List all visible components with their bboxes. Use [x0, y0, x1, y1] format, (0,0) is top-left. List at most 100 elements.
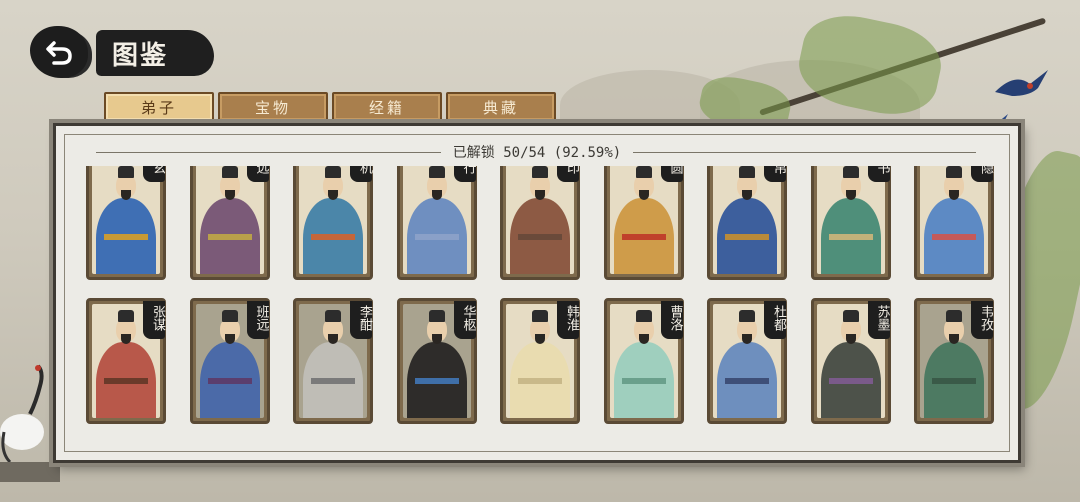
- hat: [946, 310, 962, 322]
- hat: [325, 166, 341, 178]
- category-tabs: 弟子 宝物 经籍 典藏: [104, 92, 556, 122]
- disciple-portrait: [299, 166, 367, 274]
- tab-scriptures[interactable]: 经籍: [332, 92, 442, 122]
- tab-treasures[interactable]: 宝物: [218, 92, 328, 122]
- disciple-portrait: [816, 166, 885, 274]
- disciple-name: 曹洛: [660, 301, 683, 339]
- disciple-portrait: [609, 166, 678, 274]
- disciple-name: 书: [867, 166, 890, 182]
- sash: [104, 378, 148, 384]
- disciple-card[interactable]: 杜都: [707, 298, 787, 424]
- beard: [638, 190, 649, 200]
- beard: [535, 190, 545, 200]
- page-title-banner: 图鉴: [96, 30, 214, 76]
- disciple-name: 韦孜: [971, 301, 993, 339]
- hat: [221, 166, 238, 178]
- hat: [842, 166, 859, 178]
- unlock-progress-text: 已解锁 50/54 (92.59%): [440, 145, 634, 161]
- beard: [949, 190, 959, 200]
- sash: [932, 234, 976, 240]
- sash: [621, 234, 666, 240]
- disciple-name: 韩淮: [557, 301, 579, 339]
- card-grid-viewport[interactable]: 玄 远 机 行 印 圆 帛 书 隐张谋 班远 李酣 华柩 韩淮 曹洛 杜都 苏墨 韦孜: [86, 166, 996, 448]
- disciple-card[interactable]: 苏墨: [810, 298, 891, 424]
- disciple-card[interactable]: 圆: [603, 166, 684, 280]
- beard: [224, 334, 235, 344]
- sash: [311, 378, 355, 384]
- disciple-card[interactable]: 韦孜: [914, 298, 994, 424]
- disciple-portrait: [195, 166, 264, 274]
- disciple-name: 苏墨: [867, 301, 890, 339]
- disciple-card[interactable]: 书: [810, 166, 891, 280]
- hat: [428, 166, 445, 178]
- collection-panel: 已解锁 50/54 (92.59%) 玄 远 机 行 印 圆 帛 书 隐张谋 班远 李酣 华柩 韩淮 曹洛…: [53, 123, 1021, 463]
- disciple-name: 隐: [971, 166, 993, 182]
- tab-disciples[interactable]: 弟子: [104, 92, 214, 122]
- disciple-card[interactable]: 华柩: [396, 298, 477, 424]
- sash: [207, 234, 252, 240]
- hat: [946, 166, 962, 178]
- tab-collections[interactable]: 典藏: [446, 92, 556, 122]
- sash: [414, 234, 459, 240]
- sash: [518, 378, 562, 384]
- hat: [635, 166, 652, 178]
- hat: [118, 310, 134, 322]
- beard: [431, 190, 442, 200]
- beard: [638, 334, 649, 344]
- disciple-portrait: [402, 166, 471, 274]
- beard: [328, 190, 338, 200]
- swallow-icon: [995, 70, 1048, 96]
- disciple-name: 张谋: [143, 301, 165, 339]
- disciple-card[interactable]: 李酣: [293, 298, 373, 424]
- sash: [725, 378, 769, 384]
- beard: [845, 334, 856, 344]
- disciple-card[interactable]: 班远: [189, 298, 270, 424]
- disciple-card[interactable]: 玄: [86, 166, 166, 280]
- disciple-name: 班远: [246, 301, 269, 339]
- disciple-card[interactable]: 曹洛: [603, 298, 684, 424]
- beard: [949, 334, 959, 344]
- disciple-name: 印: [557, 166, 579, 182]
- disciple-card[interactable]: 机: [293, 166, 373, 280]
- disciple-portrait: [920, 166, 988, 274]
- sash: [414, 378, 459, 384]
- hat: [842, 310, 859, 322]
- sash: [518, 234, 562, 240]
- sash: [932, 378, 976, 384]
- disciple-name: 远: [246, 166, 269, 182]
- page-title: 图鉴: [112, 40, 169, 71]
- beard: [845, 190, 856, 200]
- disciple-card[interactable]: 印: [500, 166, 580, 280]
- sash: [621, 378, 666, 384]
- hat: [635, 310, 652, 322]
- disciple-name: 圆: [660, 166, 683, 182]
- disciple-card[interactable]: 帛: [707, 166, 787, 280]
- hat: [118, 166, 134, 178]
- crane-icon: [0, 364, 60, 482]
- disciple-card[interactable]: 远: [189, 166, 270, 280]
- disciple-name: 杜都: [764, 301, 786, 339]
- disciple-portrait: [92, 166, 160, 274]
- disciple-portrait: [713, 166, 781, 274]
- disciple-card[interactable]: 韩淮: [500, 298, 580, 424]
- sash: [311, 234, 355, 240]
- beard: [742, 190, 752, 200]
- disciple-name: 行: [453, 166, 476, 182]
- disciple-name: 李酣: [350, 301, 372, 339]
- beard: [742, 334, 752, 344]
- sash: [725, 234, 769, 240]
- back-arrow-icon: [46, 41, 72, 65]
- sash: [207, 378, 252, 384]
- beard: [224, 190, 235, 200]
- disciple-name: 华柩: [453, 301, 476, 339]
- disciple-card[interactable]: 隐: [914, 166, 994, 280]
- card-grid: 玄 远 机 行 印 圆 帛 书 隐张谋 班远 李酣 华柩 韩淮 曹洛 杜都 苏墨 韦孜: [86, 166, 994, 424]
- hat: [428, 310, 445, 322]
- back-button[interactable]: [30, 26, 88, 78]
- disciple-card[interactable]: 张谋: [86, 298, 166, 424]
- unlock-progress: 已解锁 50/54 (92.59%): [56, 142, 1018, 162]
- disciple-card[interactable]: 行: [396, 166, 477, 280]
- beard: [535, 334, 545, 344]
- sash: [828, 378, 873, 384]
- disciple-name: 机: [350, 166, 372, 182]
